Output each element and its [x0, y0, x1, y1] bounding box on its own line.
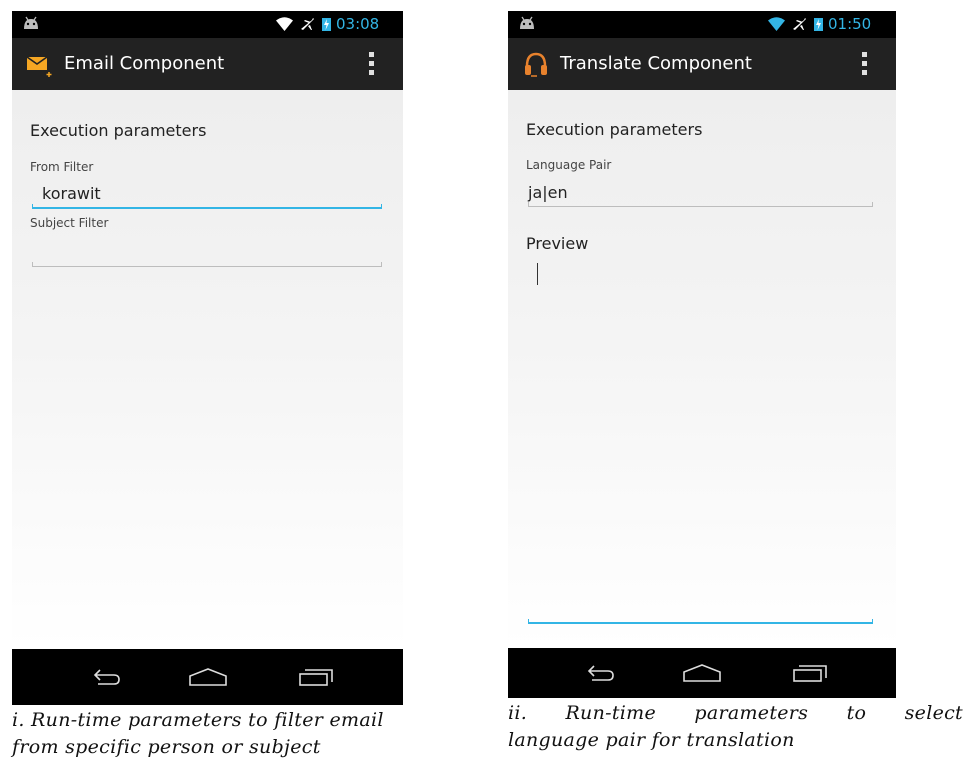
language-pair-label: Language Pair — [526, 158, 612, 172]
back-icon[interactable] — [586, 663, 616, 683]
android-icon — [520, 16, 534, 29]
app-title: Email Component — [64, 53, 225, 74]
android-icon — [24, 16, 38, 29]
headphones-icon[interactable] — [522, 51, 550, 77]
status-bar: 01:50 — [508, 11, 896, 38]
preview-underline — [528, 619, 873, 624]
email-component-screen: 03:08 Email Component Execution paramete… — [12, 11, 403, 705]
from-filter-label: From Filter — [30, 160, 94, 174]
section-header: Execution parameters — [526, 120, 703, 139]
recent-apps-icon[interactable] — [792, 663, 828, 683]
wifi-icon — [768, 17, 785, 31]
subject-filter-underline — [32, 262, 382, 267]
language-pair-input[interactable]: ja|en — [528, 183, 568, 202]
language-pair-underline — [528, 202, 873, 207]
caption-line: ii. Run-time parameters to select — [508, 702, 963, 724]
from-filter-underline — [32, 204, 382, 209]
caption-email: i. Run-time parameters to filter email f… — [12, 707, 452, 761]
status-clock: 03:08 — [336, 15, 380, 33]
status-clock: 01:50 — [828, 15, 872, 33]
caption-line: language pair for translation — [508, 729, 795, 751]
navigation-bar — [12, 649, 403, 705]
action-bar: Email Component — [12, 38, 403, 90]
caption-line: from specific person or subject — [12, 736, 321, 758]
email-add-icon[interactable] — [26, 51, 54, 77]
home-icon[interactable] — [188, 667, 228, 687]
home-icon[interactable] — [682, 663, 722, 683]
overflow-menu-icon[interactable] — [862, 52, 868, 76]
battery-charging-icon — [322, 18, 331, 31]
overflow-menu-icon[interactable] — [369, 52, 375, 76]
status-bar: 03:08 — [12, 11, 403, 38]
battery-charging-icon — [814, 18, 823, 31]
caption-line: i. Run-time parameters to filter email — [12, 709, 384, 731]
caption-translate: ii. Run-time parameters to select langua… — [508, 700, 963, 754]
content-area: Execution parameters Language Pair ja|en… — [508, 90, 896, 648]
airplane-mode-icon — [793, 18, 806, 30]
airplane-mode-icon — [301, 18, 314, 30]
wifi-icon — [276, 17, 293, 31]
translate-component-screen: 01:50 Translate Component Execution para… — [508, 11, 896, 698]
action-bar: Translate Component — [508, 38, 896, 90]
back-icon[interactable] — [92, 667, 122, 687]
recent-apps-icon[interactable] — [298, 667, 334, 687]
from-filter-input[interactable]: korawit — [42, 184, 101, 203]
subject-filter-label: Subject Filter — [30, 216, 109, 230]
content-area: Execution parameters From Filter korawit… — [12, 90, 403, 649]
app-title: Translate Component — [560, 53, 752, 74]
section-header: Execution parameters — [30, 121, 207, 140]
navigation-bar — [508, 648, 896, 698]
text-cursor — [537, 263, 538, 285]
preview-label: Preview — [526, 234, 589, 253]
